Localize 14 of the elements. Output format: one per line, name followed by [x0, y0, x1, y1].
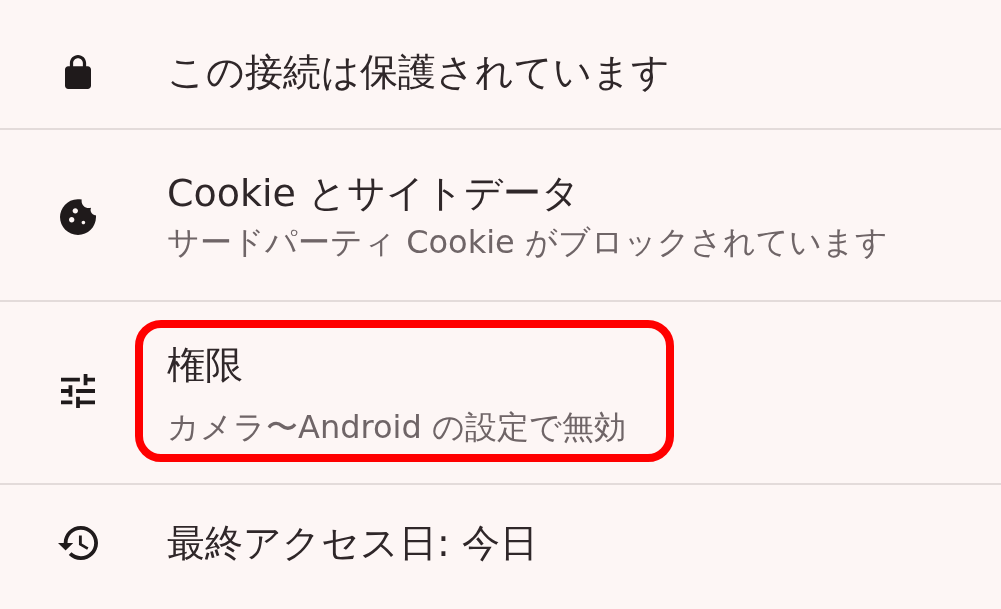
sliders-icon	[61, 374, 95, 408]
row-title: 権限	[167, 342, 244, 389]
row-subtitle: カメラ〜Android の設定で無効	[167, 407, 626, 448]
lock-icon	[65, 55, 91, 89]
site-info-row[interactable]: 最終アクセス日: 今日	[0, 485, 1001, 588]
site-info-row[interactable]: この接続は保護されています	[0, 0, 1001, 130]
history-icon	[58, 526, 98, 560]
site-info-row[interactable]: Cookie とサイトデータ サードパーティ Cookie がブロックされています	[0, 130, 1001, 302]
row-subtitle: サードパーティ Cookie がブロックされています	[167, 222, 888, 263]
site-info-row[interactable]: 権限 カメラ〜Android の設定で無効	[0, 302, 1001, 485]
row-title: Cookie とサイトデータ	[167, 170, 582, 217]
row-title: この接続は保護されています	[167, 49, 670, 96]
row-title: 最終アクセス日: 今日	[167, 520, 538, 567]
cookie-icon	[60, 199, 96, 235]
